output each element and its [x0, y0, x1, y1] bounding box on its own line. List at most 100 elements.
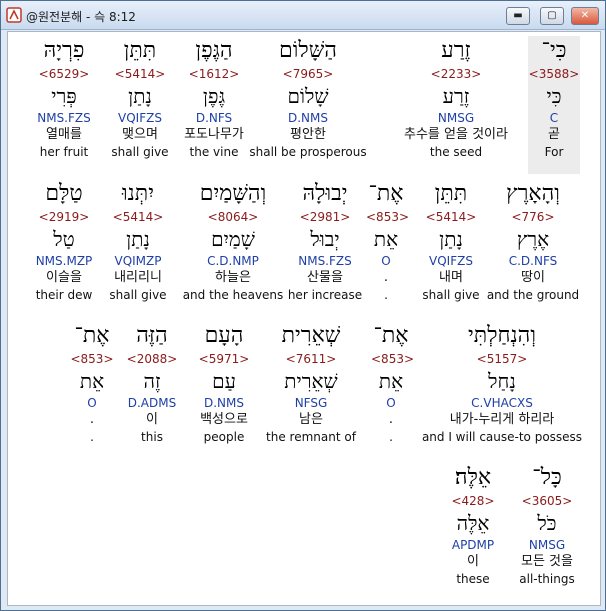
morphology-code: VQIMZP — [114, 254, 162, 268]
english-gloss: the remnant of — [266, 430, 356, 444]
morphology-code: O — [381, 254, 391, 268]
morphology-code: APDMP — [451, 538, 495, 552]
lexical-form: כֹּל — [537, 511, 557, 535]
word-block[interactable]: הַשָּׁלוֹם <7965> שָׁלוֹם D.NMS 평안한 shall be … — [238, 36, 378, 160]
strong-number: <776> — [511, 210, 555, 224]
lexical-form: פְּרִי — [51, 84, 77, 108]
english-gloss: the seed — [429, 145, 483, 159]
english-gloss: her increase — [287, 288, 363, 302]
word-block[interactable]: יְבוּלָהּ <2981> יְבוּל NMS.FZS 산물을 her incre… — [280, 179, 370, 303]
word-block[interactable]: טַלָּם <2919> טַל NMS.MZP 이슬을 their dew — [24, 179, 104, 303]
morphology-code: NMS.FZS — [298, 254, 352, 268]
korean-gloss: 하늘은 — [215, 270, 251, 285]
lexical-form: נָתַן — [128, 84, 152, 108]
hebrew-word: פִרְיָהּ — [43, 38, 85, 63]
hebrew-word: וְהָאָרֶץ — [506, 181, 560, 206]
korean-gloss: 땅이 — [521, 270, 545, 285]
korean-gloss: 열매를 — [46, 127, 82, 142]
english-gloss: For — [544, 145, 564, 159]
korean-gloss: 남은 — [299, 412, 323, 427]
korean-gloss: . — [89, 412, 95, 427]
morphology-code: NMSG — [437, 111, 475, 125]
lexical-form: זֶה — [143, 369, 161, 393]
interlinear-panel: פִרְיָהּ <6529> פְּרִי NMS.FZS 열매를 her fruit ת… — [7, 31, 601, 606]
strong-number: <6529> — [38, 67, 90, 81]
word-block[interactable]: אֵלֶּה׃ <428> אֵלֶּה APDMP 이 these — [443, 463, 503, 587]
word-block[interactable]: תִּתֵּן <5414> נָתַן VQIFZS 맺으며 shall give — [102, 36, 178, 160]
strong-number: <2088> — [126, 352, 178, 366]
english-gloss: and I will cause-to possess — [421, 430, 583, 444]
hebrew-word: הַשָּׁלוֹם — [279, 38, 337, 63]
strong-number: <853> — [366, 210, 410, 224]
word-block[interactable]: שְׁאֵרִית <7611> שְׁאֵרִית NFSG 남은 the remnan… — [256, 321, 366, 445]
morphology-code: VQIFZS — [118, 111, 162, 125]
korean-gloss: 산물을 — [307, 270, 343, 285]
lexical-form: שְׁאֵרִית — [284, 369, 338, 393]
hebrew-word: זֶרַע — [441, 38, 471, 63]
hebrew-word: כָּל־ — [532, 465, 562, 490]
strong-number: <5414> — [425, 210, 477, 224]
morphology-code: NMS.MZP — [35, 254, 93, 268]
korean-gloss: . — [383, 270, 389, 285]
strong-number: <853> — [70, 352, 114, 366]
korean-gloss: 이 — [146, 412, 158, 427]
hebrew-word: תִּתֵּן — [434, 181, 468, 206]
hebrew-word: וְהַשָּׁמַיִם — [199, 181, 267, 206]
word-block[interactable]: וְהַשָּׁמַיִם <8064> שָׁמַיִם C.D.NMP 하늘은 and… — [178, 179, 288, 303]
strong-number: <5414> — [114, 67, 166, 81]
lexical-form: יְבוּל — [310, 227, 340, 251]
lexical-form: אֵת — [378, 369, 404, 393]
korean-gloss: 이슬을 — [46, 270, 82, 285]
english-gloss: shall give — [422, 288, 480, 302]
strong-number: <3588> — [528, 67, 580, 81]
hebrew-word: אֶת־ — [74, 323, 110, 348]
lexical-form: נָתַן — [439, 227, 463, 251]
title-bar[interactable]: @원전분해 - 슥 8:12 ▬ ▢ ✕ — [1, 1, 605, 30]
english-gloss: . — [384, 288, 388, 302]
morphology-code: NMS.FZS — [37, 111, 91, 125]
word-block[interactable]: תִּתֵּן <5414> נָתַן VQIFZS 내며 shall give — [415, 179, 487, 303]
korean-gloss: 내며 — [439, 270, 463, 285]
word-block[interactable]: אֶת־ <853> אֵת O.. — [366, 179, 410, 303]
word-block[interactable]: אֶת־ <853> אֵת O.. — [371, 321, 415, 445]
lexical-form: נָתַן — [126, 227, 150, 251]
english-gloss: these — [456, 572, 490, 586]
korean-gloss: 모든 것을 — [521, 554, 573, 569]
strong-number: <853> — [371, 352, 415, 366]
english-gloss: . — [389, 430, 393, 444]
word-block[interactable]: אֶת־ <853> אֵת O.. — [67, 321, 117, 445]
close-button[interactable]: ✕ — [571, 7, 599, 25]
lexical-form: אֶרֶץ — [516, 227, 550, 251]
word-block[interactable]: וְהִנְחַלְתִּי <5157> נָחַל C.VHACXS 내가-누리게 … — [417, 321, 587, 445]
word-block[interactable]: יִתְּנוּ <5414> נָתַן VQIMZP 내리리니 shall give — [100, 179, 176, 303]
word-block[interactable]: פִרְיָהּ <6529> פְּרִי NMS.FZS 열매를 her fruit — [26, 36, 102, 160]
hebrew-word: אֵלֶּה׃ — [454, 465, 492, 490]
english-gloss: and the heavens — [182, 288, 284, 302]
english-gloss: and the ground — [486, 288, 580, 302]
lexical-form: טַל — [53, 227, 75, 251]
morphology-code: C.VHACXS — [471, 396, 533, 410]
minimize-button[interactable]: ▬ — [506, 7, 530, 25]
english-gloss: shall give — [111, 145, 169, 159]
lexical-form: אֵלֶּה — [456, 511, 490, 535]
strong-number: <3605> — [521, 494, 573, 508]
lexical-form: שָׁמַיִם — [211, 227, 255, 251]
word-block[interactable]: זֶרַע <2233> זֶרַע NMSG 추수를 얻을 것이라 the seed — [396, 36, 516, 160]
morphology-code: C.D.NMP — [207, 254, 259, 268]
word-block[interactable]: הַזֶּה <2088> זֶה D.ADMS 이 this — [122, 321, 182, 445]
korean-gloss: . — [388, 412, 394, 427]
app-icon — [6, 7, 22, 23]
hebrew-word: טַלָּם — [45, 181, 83, 206]
strong-number: <5414> — [112, 210, 164, 224]
korean-gloss: 추수를 얻을 것이라 — [404, 127, 508, 142]
word-block[interactable]: וְהָאָרֶץ <776> אֶרֶץ C.D.NFS 땅이 and the grou… — [483, 179, 583, 303]
hebrew-word: כִּי־ — [541, 38, 567, 63]
strong-number: <2233> — [430, 67, 482, 81]
word-block[interactable]: כָּל־ <3605> כֹּל NMSG 모든 것을 all-things — [517, 463, 577, 587]
strong-number: <428> — [451, 494, 495, 508]
morphology-code: D.NMS — [287, 111, 328, 125]
word-block[interactable]: כִּי־ <3588> כִּי C 곧 For — [528, 36, 580, 174]
maximize-button[interactable]: ▢ — [540, 7, 564, 25]
app-window: @원전분해 - 슥 8:12 ▬ ▢ ✕ פִרְיָהּ <6529> פְּרִ… — [0, 0, 606, 611]
morphology-code: O — [386, 396, 396, 410]
